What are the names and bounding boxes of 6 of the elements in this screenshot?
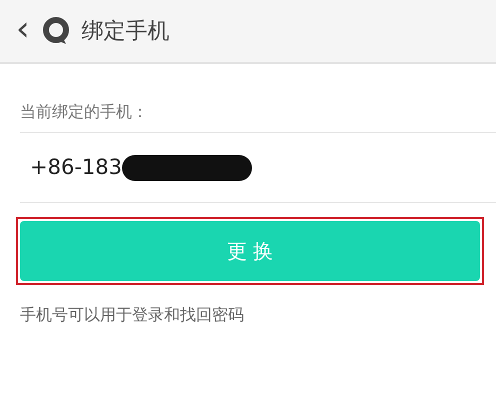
page-title: 绑定手机 [82, 18, 170, 46]
back-button[interactable]: ‹ [12, 12, 34, 46]
current-phone-label: 当前绑定的手机： [20, 100, 496, 133]
phone-number: +86-183 [30, 154, 122, 181]
logo-icon [42, 17, 70, 45]
hint-text: 手机号可以用于登录和找回密码 [20, 304, 245, 326]
